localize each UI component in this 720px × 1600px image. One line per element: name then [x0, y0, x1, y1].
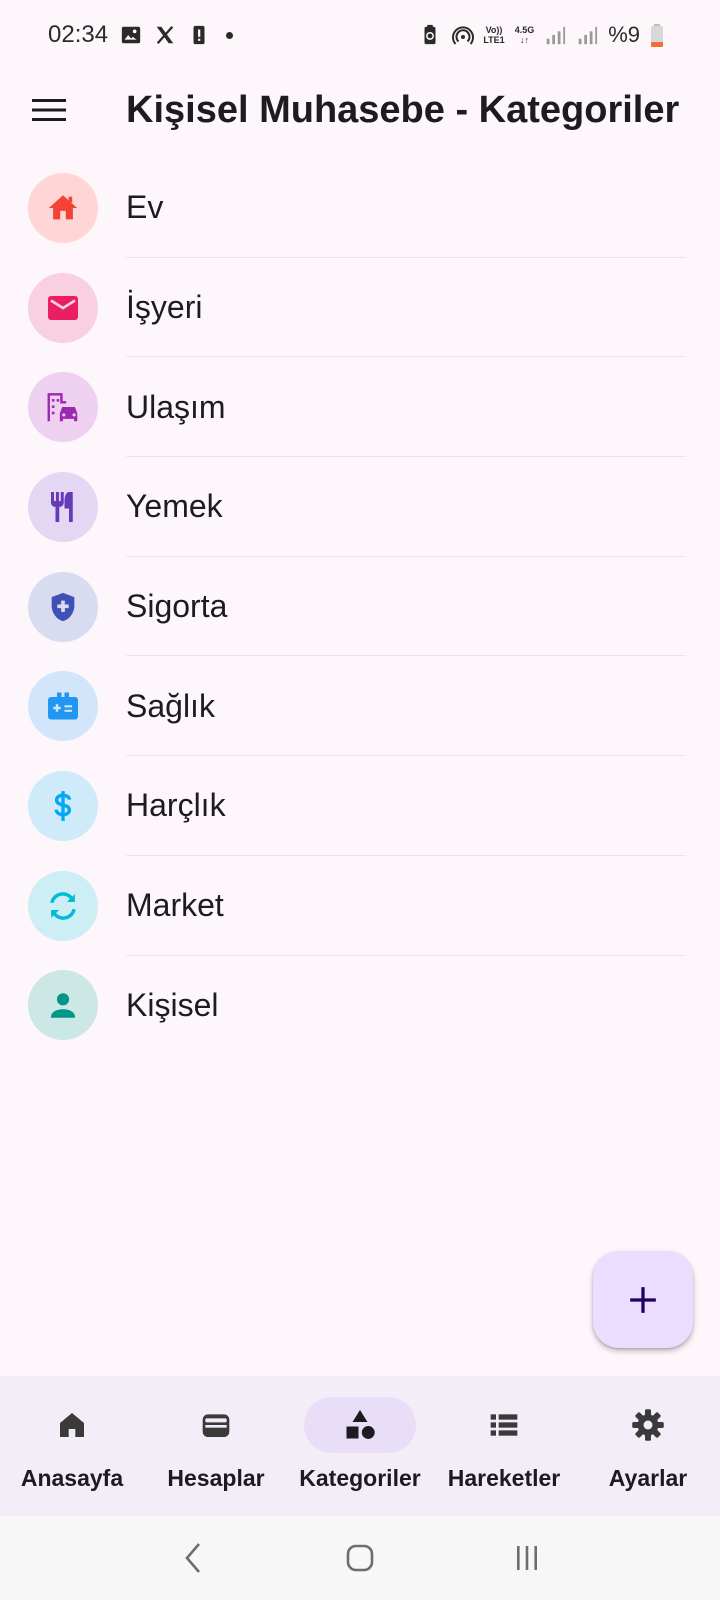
category-avatar — [28, 870, 98, 941]
system-navigation-bar — [0, 1516, 720, 1600]
system-back-button[interactable] — [163, 1528, 223, 1588]
battery-percent: %9 — [608, 22, 640, 47]
page-title: Kişisel Muhasebe - Kategoriler — [126, 88, 680, 131]
shield-plus-icon — [51, 592, 75, 621]
plus-icon — [630, 1286, 656, 1313]
category-avatar — [28, 571, 98, 642]
nav-item-anasayfa[interactable]: Anasayfa — [0, 1376, 144, 1516]
category-label: İşyeri — [126, 289, 203, 326]
category-avatar — [28, 770, 98, 841]
restaurant-icon — [51, 491, 73, 522]
category-avatar — [28, 671, 98, 742]
category-label: Sağlık — [126, 687, 215, 724]
hamburger-menu-icon — [32, 99, 66, 121]
nav-pill — [160, 1397, 272, 1453]
category-label: Harçlık — [126, 787, 226, 824]
category-label: Market — [126, 887, 224, 924]
battery-icon — [650, 24, 672, 47]
notification-dot-icon — [226, 31, 234, 39]
system-home-button[interactable] — [330, 1528, 390, 1588]
category-avatar — [28, 471, 98, 542]
dollar-icon — [54, 791, 72, 821]
mail-icon — [48, 295, 78, 320]
nav-item-hareketler[interactable]: Hareketler — [432, 1376, 576, 1516]
nav-label: Anasayfa — [20, 1465, 124, 1491]
system-recents-button[interactable] — [497, 1528, 557, 1588]
category-label: Ulaşım — [126, 388, 226, 425]
category-label: Sigorta — [126, 588, 228, 625]
nav-label: Hesaplar — [167, 1465, 265, 1491]
add-category-button[interactable] — [593, 1251, 693, 1348]
category-avatar — [28, 970, 98, 1041]
volte-indicator: Vo)) LTE1 — [483, 25, 505, 45]
status-left: 02:34 — [48, 21, 234, 49]
image-icon — [120, 24, 142, 46]
home-circle-icon — [346, 1544, 374, 1572]
nav-item-ayarlar[interactable]: Ayarlar — [576, 1376, 720, 1516]
home-icon — [48, 195, 78, 220]
category-list: Ev İşyeri Ulaşım Yemek Sigorta Sağlık Ha… — [0, 158, 720, 1055]
category-item-isyeri[interactable]: İşyeri — [0, 258, 720, 358]
sync-icon — [50, 891, 76, 920]
category-shapes-icon — [346, 1410, 375, 1439]
menu-button[interactable] — [19, 80, 79, 140]
home-icon — [60, 1413, 84, 1437]
battery-saver-icon — [419, 24, 441, 46]
category-label: Ev — [126, 189, 164, 226]
category-item-harclik[interactable]: Harçlık — [0, 756, 720, 856]
status-bar: 02:34 Vo)) LTE1 4.5G ↓↑ %9 — [0, 0, 720, 70]
list-icon — [490, 1414, 518, 1436]
category-item-market[interactable]: Market — [0, 856, 720, 956]
alert-battery-icon — [188, 24, 210, 46]
nav-item-hesaplar[interactable]: Hesaplar — [144, 1376, 288, 1516]
nav-item-kategoriler[interactable]: Kategoriler — [288, 1376, 432, 1516]
x-logo-icon — [154, 24, 176, 46]
status-right: Vo)) LTE1 4.5G ↓↑ %9 — [419, 22, 672, 48]
nav-pill — [448, 1397, 560, 1453]
category-label: Yemek — [126, 488, 223, 525]
category-avatar — [28, 272, 98, 343]
person-icon — [50, 993, 76, 1019]
category-item-ulasim[interactable]: Ulaşım — [0, 357, 720, 458]
category-avatar — [28, 372, 98, 443]
network-type-indicator: 4.5G ↓↑ — [514, 25, 535, 45]
gear-icon — [632, 1409, 664, 1441]
category-item-yemek[interactable]: Yemek — [0, 457, 720, 557]
category-item-ev[interactable]: Ev — [0, 158, 720, 258]
nav-pill — [592, 1397, 704, 1453]
app-bar: Kişisel Muhasebe - Kategoriler — [0, 70, 720, 150]
signal-icon-2 — [576, 24, 598, 46]
commute-icon — [47, 393, 78, 422]
hotspot-icon — [451, 24, 475, 46]
bottom-navigation: Anasayfa Hesaplar Kategoriler Hareketler — [0, 1376, 720, 1516]
recents-icon — [516, 1546, 537, 1570]
category-item-kisisel[interactable]: Kişisel — [0, 956, 720, 1056]
wallet-icon — [202, 1414, 230, 1437]
nav-pill-active — [304, 1397, 416, 1453]
nav-label: Kategoriler — [299, 1465, 421, 1491]
nav-label: Hareketler — [447, 1465, 561, 1491]
category-avatar — [28, 172, 98, 243]
category-item-sigorta[interactable]: Sigorta — [0, 557, 720, 657]
category-item-saglik[interactable]: Sağlık — [0, 656, 720, 757]
status-time: 02:34 — [48, 21, 109, 48]
back-icon — [185, 1543, 201, 1573]
signal-icon — [544, 24, 566, 46]
category-label: Kişisel — [126, 986, 219, 1023]
nav-label: Ayarlar — [608, 1465, 688, 1491]
medical-kit-icon — [48, 692, 78, 720]
nav-pill — [16, 1397, 128, 1453]
